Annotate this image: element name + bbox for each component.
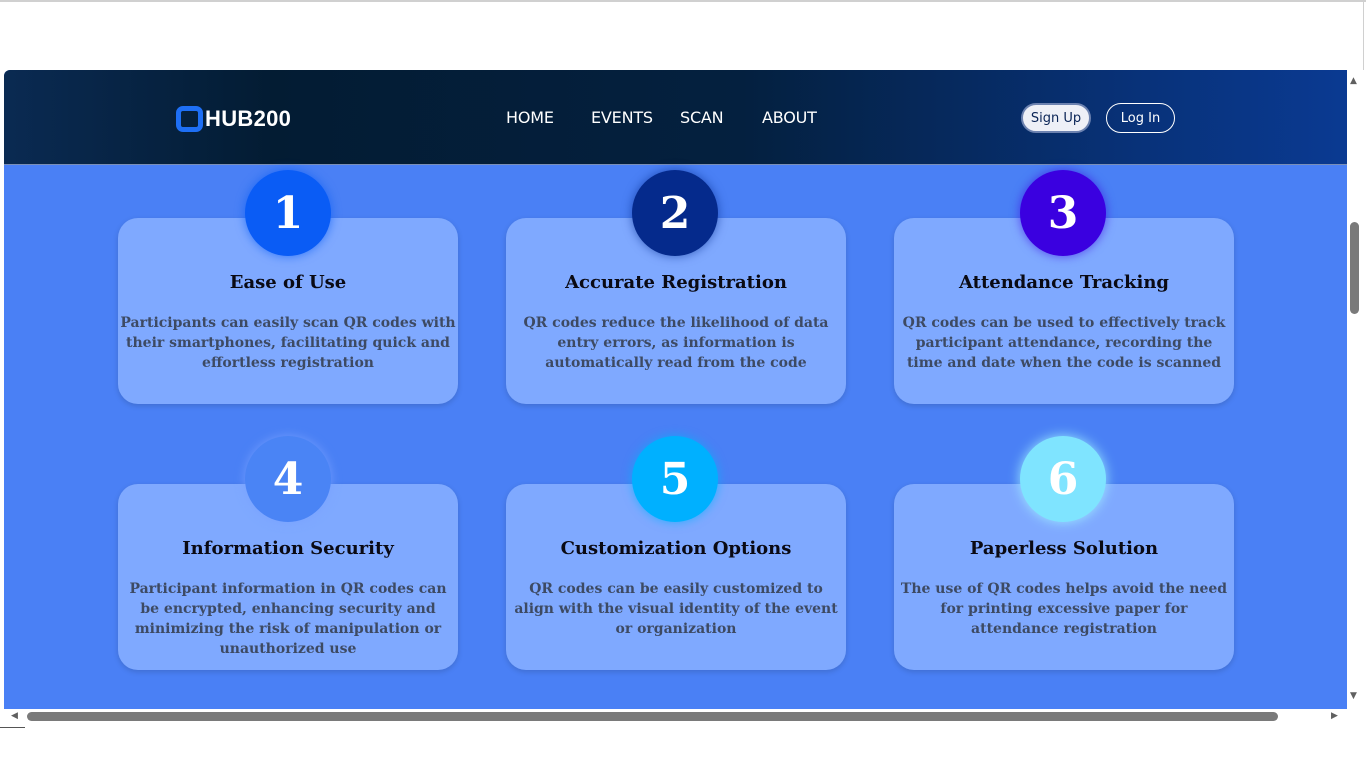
feature-description: QR codes can be easily customized to ali… — [514, 581, 838, 637]
feature-number-badge: 6 — [1020, 436, 1106, 522]
feature-description: QR codes can be used to effectively trac… — [902, 315, 1226, 371]
navbar: HUB200 HOME EVENTS SCAN ABOUT Sign Up Lo… — [4, 70, 1347, 165]
horizontal-scrollbar-thumb[interactable] — [27, 712, 1278, 721]
window-top-border — [0, 0, 1366, 2]
nav-about[interactable]: ABOUT — [762, 108, 817, 127]
feature-title: Customization Options — [560, 538, 792, 559]
page-viewport: HUB200 HOME EVENTS SCAN ABOUT Sign Up Lo… — [4, 70, 1347, 709]
window-bottom-mark — [0, 727, 25, 728]
vertical-scrollbar-thumb[interactable] — [1350, 222, 1359, 314]
feature-number-badge: 5 — [632, 436, 718, 522]
signup-button[interactable]: Sign Up — [1021, 103, 1091, 133]
feature-number-badge: 2 — [632, 170, 718, 256]
feature-title: Information Security — [182, 538, 394, 559]
feature-description: The use of QR codes helps avoid the need… — [900, 581, 1228, 637]
feature-description: QR codes reduce the likelihood of data e… — [523, 315, 829, 371]
window-right-border — [1363, 0, 1364, 70]
feature-title: Accurate Registration — [565, 272, 787, 293]
nav-scan[interactable]: SCAN — [680, 108, 724, 127]
feature-title: Ease of Use — [229, 272, 347, 293]
feature-description: Participants can easily scan QR codes wi… — [120, 315, 456, 371]
nav-home[interactable]: HOME — [506, 108, 554, 127]
scroll-right-arrow-icon[interactable]: ▶ — [1331, 711, 1338, 721]
feature-title: Attendance Tracking — [958, 272, 1169, 293]
feature-number-badge: 4 — [245, 436, 331, 522]
nav-events[interactable]: EVENTS — [591, 108, 653, 127]
scroll-up-arrow-icon[interactable]: ▲ — [1350, 76, 1357, 86]
scroll-down-arrow-icon[interactable]: ▼ — [1350, 691, 1357, 701]
feature-description: Participant information in QR codes can … — [129, 581, 447, 657]
scroll-left-arrow-icon[interactable]: ◀ — [11, 711, 18, 721]
login-button[interactable]: Log In — [1106, 103, 1175, 133]
feature-title: Paperless Solution — [969, 538, 1159, 559]
feature-number-badge: 3 — [1020, 170, 1106, 256]
feature-number-badge: 1 — [245, 170, 331, 256]
vertical-scrollbar[interactable] — [1347, 70, 1363, 709]
